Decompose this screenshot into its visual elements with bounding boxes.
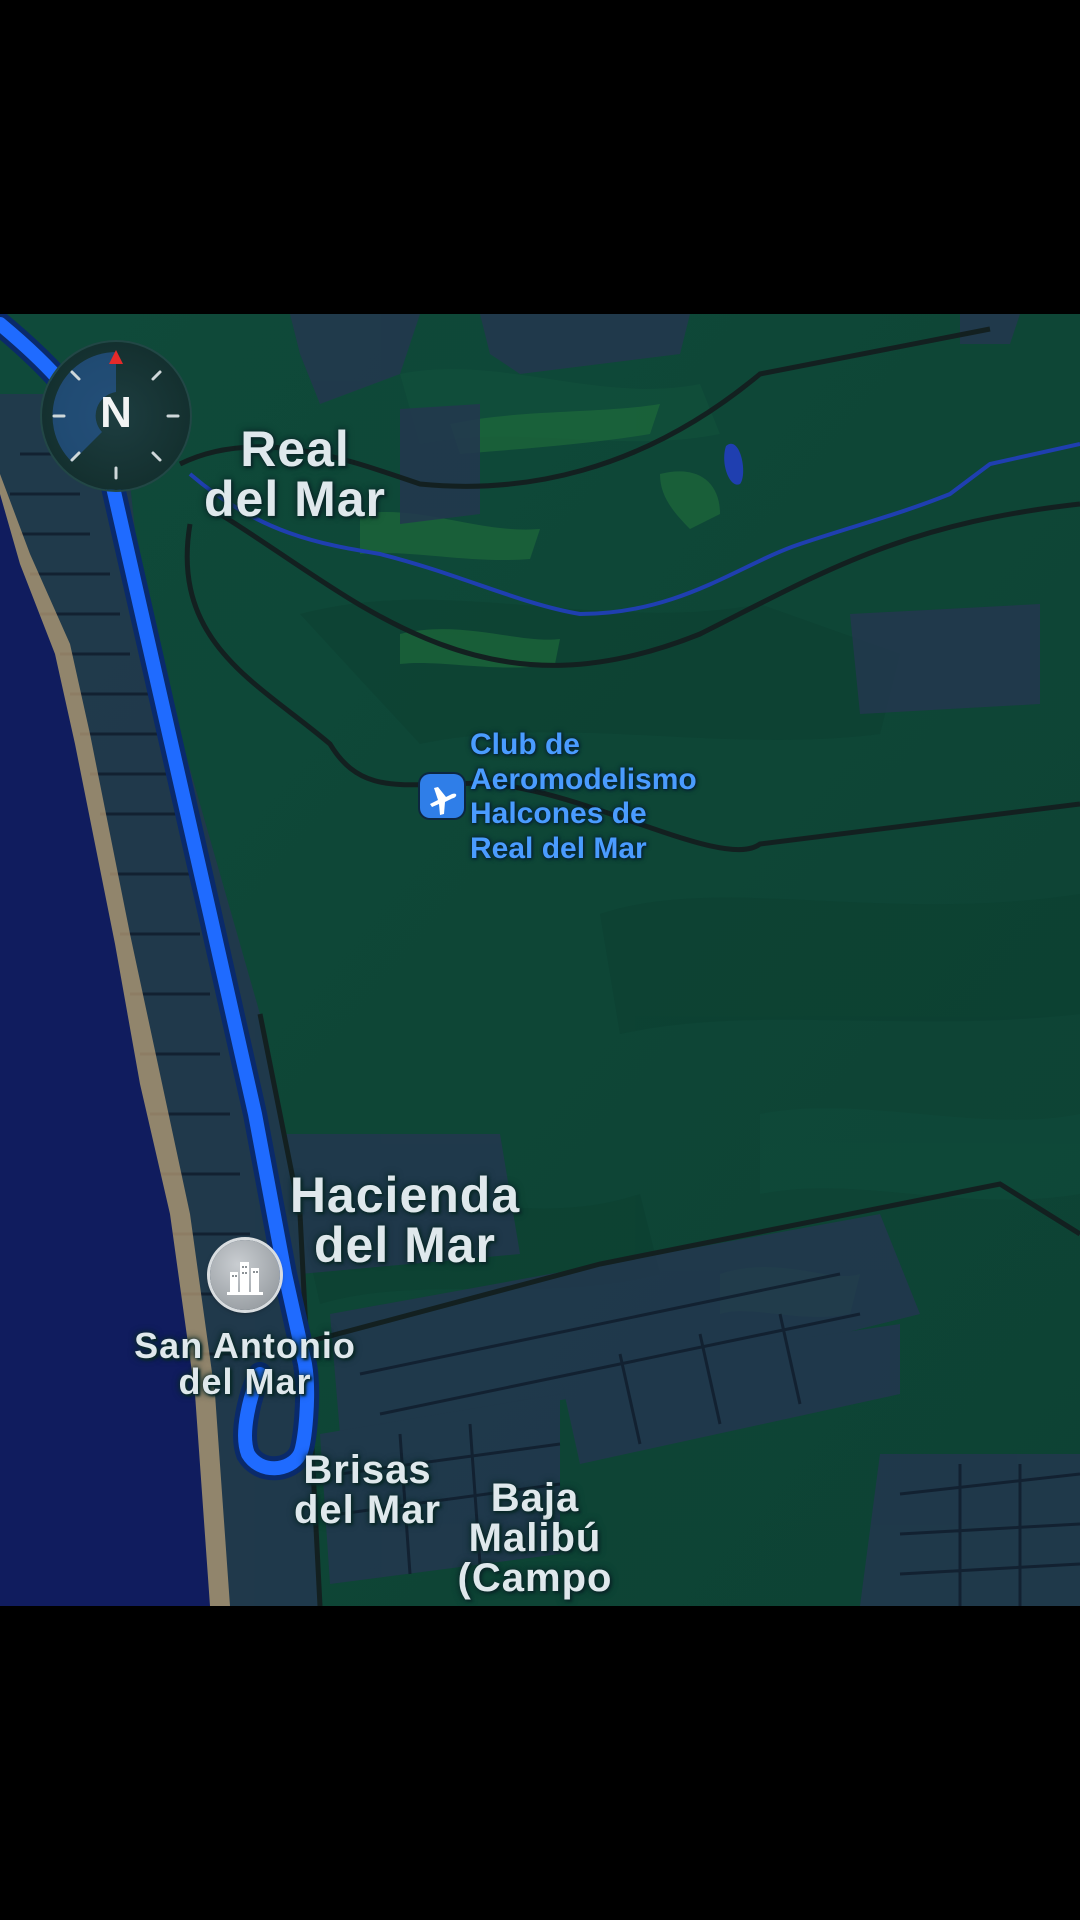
airplane-icon xyxy=(430,787,457,815)
map-canvas[interactable] xyxy=(0,314,1080,1606)
compass-button[interactable]: N xyxy=(42,342,190,490)
city-buildings-icon xyxy=(227,1262,263,1295)
compass-north-label: N xyxy=(100,388,132,437)
bottom-letterbox xyxy=(0,1606,1080,1920)
place-label-hacienda-del-mar[interactable]: Hacienda del Mar xyxy=(270,1170,540,1270)
place-label-real-del-mar[interactable]: Real del Mar xyxy=(180,424,410,524)
top-letterbox xyxy=(0,0,1080,314)
city-marker[interactable] xyxy=(210,1240,280,1310)
poi-marker[interactable] xyxy=(420,774,464,818)
place-label-brisas-del-mar[interactable]: Brisas del Mar xyxy=(280,1450,455,1530)
place-label-san-antonio-del-mar[interactable]: San Antonio del Mar xyxy=(115,1328,375,1400)
poi-label[interactable]: Club de Aeromodelismo Halcones de Real d… xyxy=(470,728,750,866)
place-label-baja-malibu[interactable]: Baja Malibú (Campo xyxy=(445,1478,625,1598)
map-view[interactable] xyxy=(0,314,1080,1606)
